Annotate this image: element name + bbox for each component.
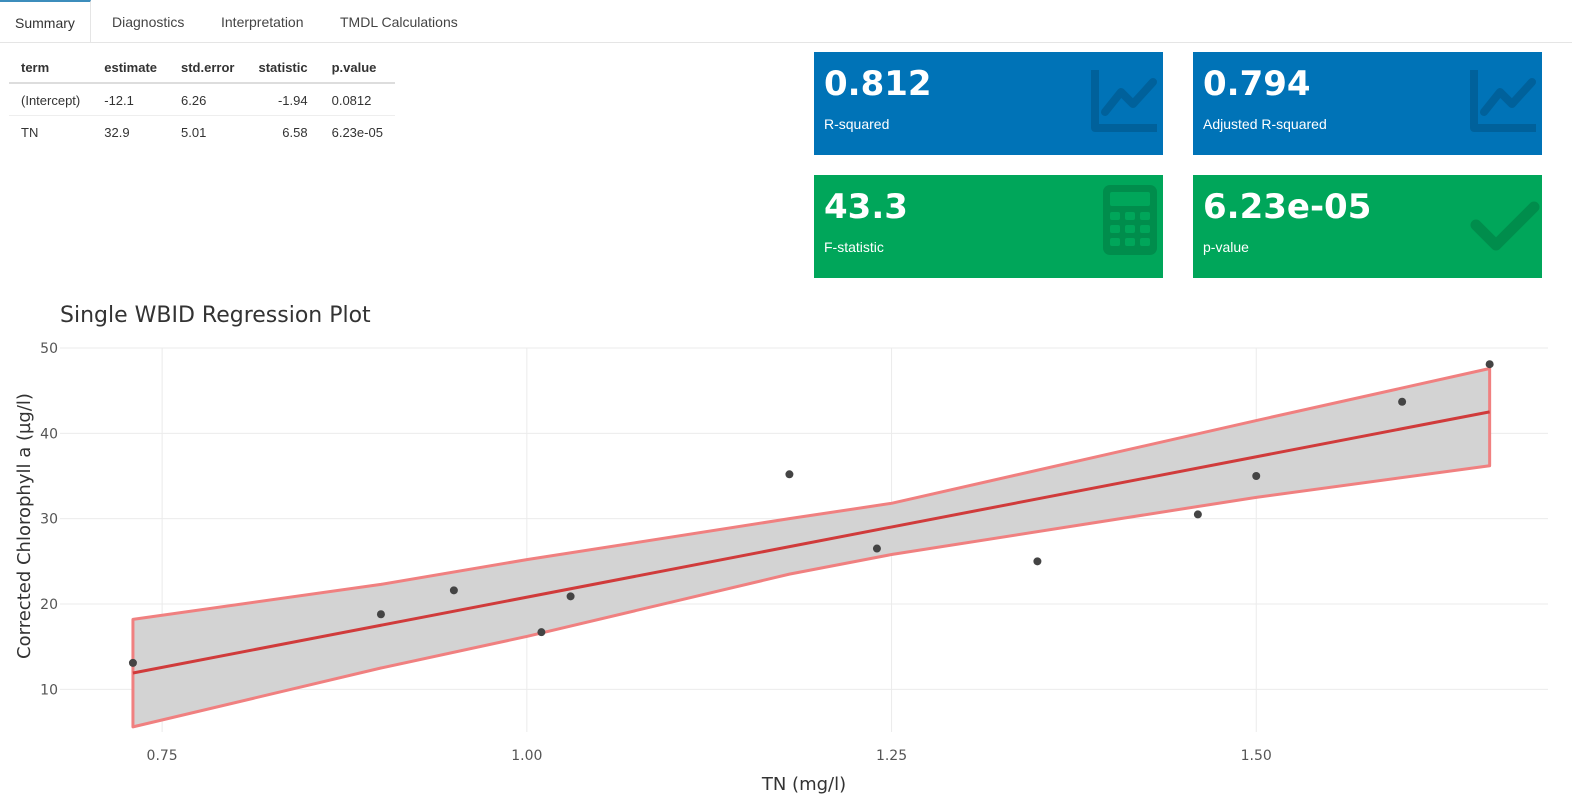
data-point [537,628,546,637]
table-cell: -1.94 [246,82,320,116]
y-axis-ticks: 10 20 30 40 50 [40,341,58,698]
table-header-row: term estimate std.error statistic p.valu… [9,54,395,84]
table-row: (Intercept) -12.1 6.26 -1.94 0.0812 [9,82,395,116]
data-point [1193,510,1202,519]
data-point [566,592,575,601]
data-point [785,470,794,479]
tab-tmdl-calculations[interactable]: TMDL Calculations [340,0,458,42]
p-value-value: 6.23e-05 [1203,187,1372,227]
column-header: term [9,54,93,84]
p-value-label: p-value [1203,239,1249,255]
table-cell: (Intercept) [9,82,93,116]
column-header: statistic [246,54,320,84]
tab-interpretation[interactable]: Interpretation [221,0,304,42]
f-statistic-label: F-statistic [824,239,884,255]
data-point [449,586,458,595]
y-tick-label: 30 [40,512,58,528]
r-squared-label: R-squared [824,116,890,132]
y-tick-label: 50 [40,341,58,357]
data-point [1252,472,1261,480]
data-point [1033,557,1042,566]
x-tick-label: 1.50 [1241,748,1272,764]
table-row: TN 32.9 5.01 6.58 6.23e-05 [9,115,395,147]
table-cell: -12.1 [92,82,169,116]
table-cell: 6.58 [246,115,320,147]
r-squared-box: 0.812 R-squared [814,52,1163,155]
r-squared-value: 0.812 [824,64,932,104]
y-tick-label: 40 [40,426,58,442]
adjusted-r-squared-label: Adjusted R-squared [1203,116,1327,132]
f-statistic-box: 43.3 F-statistic [814,175,1163,278]
y-tick-label: 10 [40,682,58,698]
column-header: estimate [92,54,169,84]
column-header: p.value [319,54,395,84]
line-chart-icon [1470,70,1536,132]
adjusted-r-squared-box: 0.794 Adjusted R-squared [1193,52,1542,155]
tab-diagnostics[interactable]: Diagnostics [112,0,184,42]
table-cell: 32.9 [92,115,169,147]
table-cell: 0.0812 [319,82,395,116]
check-icon [1470,201,1540,251]
confidence-band [131,366,1492,729]
x-tick-label: 0.75 [147,748,178,764]
calculator-icon [1103,185,1157,255]
table-cell: 6.23e-05 [319,115,395,147]
regression-plot: Single WBID Regression Plot 0.75 1.00 1.25… [14,303,1548,795]
data-point [1485,360,1494,369]
data-point [872,544,881,553]
tab-bar: Summary Diagnostics Interpretation TMDL … [0,0,1572,43]
regression-line [132,410,1490,675]
tab-summary[interactable]: Summary [0,0,91,42]
data-point [1398,397,1407,406]
x-axis-title: TN (mg/l) [761,774,846,795]
p-value-box: 6.23e-05 p-value [1193,175,1542,278]
y-tick-label: 20 [40,597,58,613]
y-axis-title: Corrected Chlorophyll a (µg/l) [14,393,35,659]
plot-title: Single WBID Regression Plot [60,303,371,328]
table-cell: TN [9,115,93,147]
table-cell: 6.26 [169,82,247,116]
adjusted-r-squared-value: 0.794 [1203,64,1311,104]
x-tick-label: 1.25 [876,748,907,764]
x-tick-label: 1.00 [511,748,542,764]
table-cell: 5.01 [169,115,247,147]
line-chart-icon [1091,70,1157,132]
data-point [128,658,137,667]
coefficient-table: term estimate std.error statistic p.valu… [9,54,395,147]
x-axis-ticks: 0.75 1.00 1.25 1.50 [147,748,1272,764]
f-statistic-value: 43.3 [824,187,908,227]
column-header: std.error [169,54,247,84]
data-point [376,610,385,619]
